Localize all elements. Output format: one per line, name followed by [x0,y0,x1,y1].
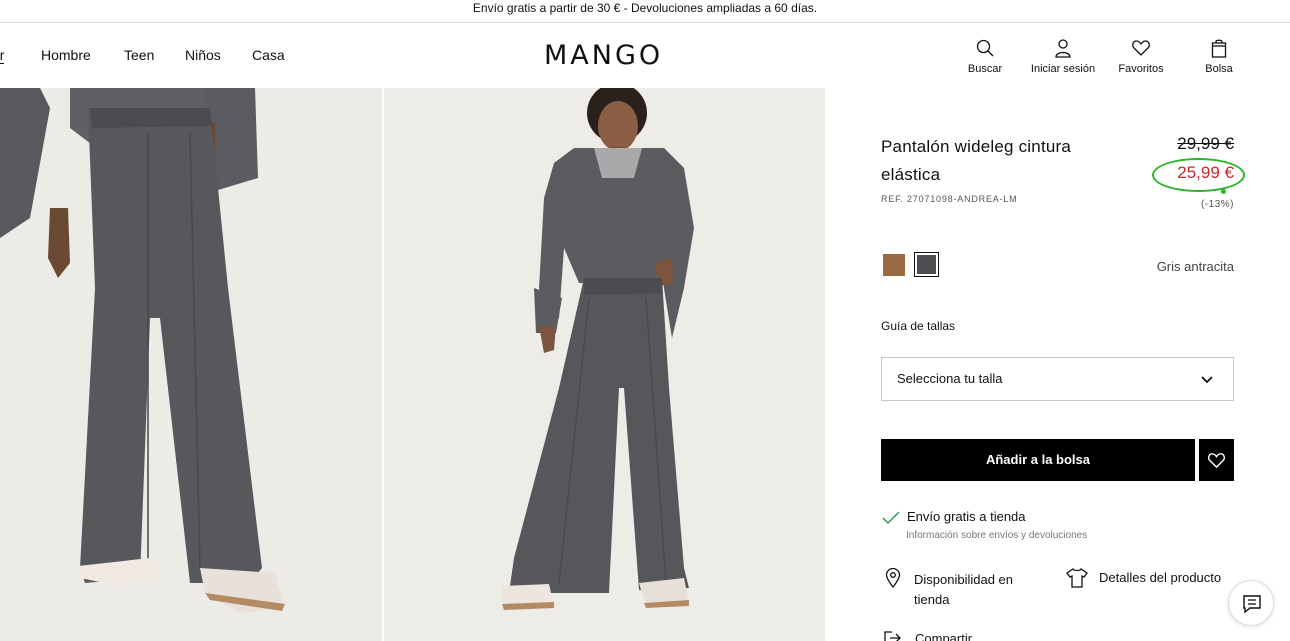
search-icon [976,39,994,57]
product-photo-model[interactable] [384,88,825,641]
chat-icon [1243,595,1261,614]
search-label: Buscar [967,63,1003,75]
product-photo-detail-image [0,88,382,641]
promo-bar: Envío gratis a partir de 30 € - Devoluci… [0,0,1290,23]
bag-label: Bolsa [1205,63,1233,75]
shipping-info-link[interactable]: Información sobre envíos y devoluciones [906,530,1087,541]
nav-item-hombre[interactable]: Hombre [41,47,91,63]
bag-icon [1211,39,1227,58]
size-select-placeholder: Selecciona tu talla [897,371,1003,386]
promo-text: Envío gratis a partir de 30 € - Devoluci… [472,1,818,15]
favorites-button[interactable]: Favoritos [1101,38,1181,75]
mango-logo[interactable]: MANGO [544,40,663,71]
nav-item-partial[interactable]: er [0,47,5,64]
size-guide-link[interactable]: Guía de tallas [881,319,955,333]
user-icon [1055,39,1071,58]
product-photo-model-image [384,88,825,641]
price-highlight-circle [1152,158,1245,192]
share-link[interactable]: Compartir [915,631,972,641]
selected-color-name: Gris antracita [1156,259,1234,274]
favorites-label: Favoritos [1118,63,1164,75]
color-swatch-grey-fill [917,255,936,274]
search-button[interactable]: Buscar [945,38,1025,75]
product-name: Pantalón wideleg cintura elástica [881,137,1072,184]
store-availability-link[interactable]: Disponibilidad en tienda [914,570,1034,610]
color-swatch-grey-selected[interactable] [914,252,939,277]
price-highlight-dot [1221,189,1226,194]
location-pin-icon [885,568,901,588]
login-label: Iniciar sesión [1030,63,1096,75]
nav-item-teen[interactable]: Teen [124,47,154,63]
site-header: er Hombre Teen Niños Casa MANGO Buscar I… [0,24,1290,88]
price-discount: (-13%) [1200,199,1234,210]
check-icon [882,511,900,525]
nav-item-ninos[interactable]: Niños [185,47,221,63]
share-icon [884,631,901,641]
chevron-down-icon [1201,376,1213,384]
product-ref: REF. 27071098-ANDREA-LM [881,194,1018,204]
product-details-link[interactable]: Detalles del producto [1099,570,1221,585]
login-button[interactable]: Iniciar sesión [1023,38,1103,75]
product-photo-detail[interactable] [0,88,382,641]
size-select[interactable]: Selecciona tu talla [881,357,1234,401]
heart-icon [1207,453,1226,469]
heart-icon [1132,40,1150,56]
add-to-bag-button[interactable]: Añadir a la bolsa [881,439,1195,481]
chat-button[interactable] [1228,580,1274,626]
tshirt-icon [1066,568,1088,588]
nav-item-casa[interactable]: Casa [252,47,285,63]
add-to-favorites-button[interactable] [1199,439,1234,481]
bag-button[interactable]: Bolsa [1179,38,1259,75]
shipping-title: Envío gratis a tienda [907,509,1026,524]
price-original: 29,99 € [1177,134,1234,153]
color-swatch-brown[interactable] [883,254,905,276]
